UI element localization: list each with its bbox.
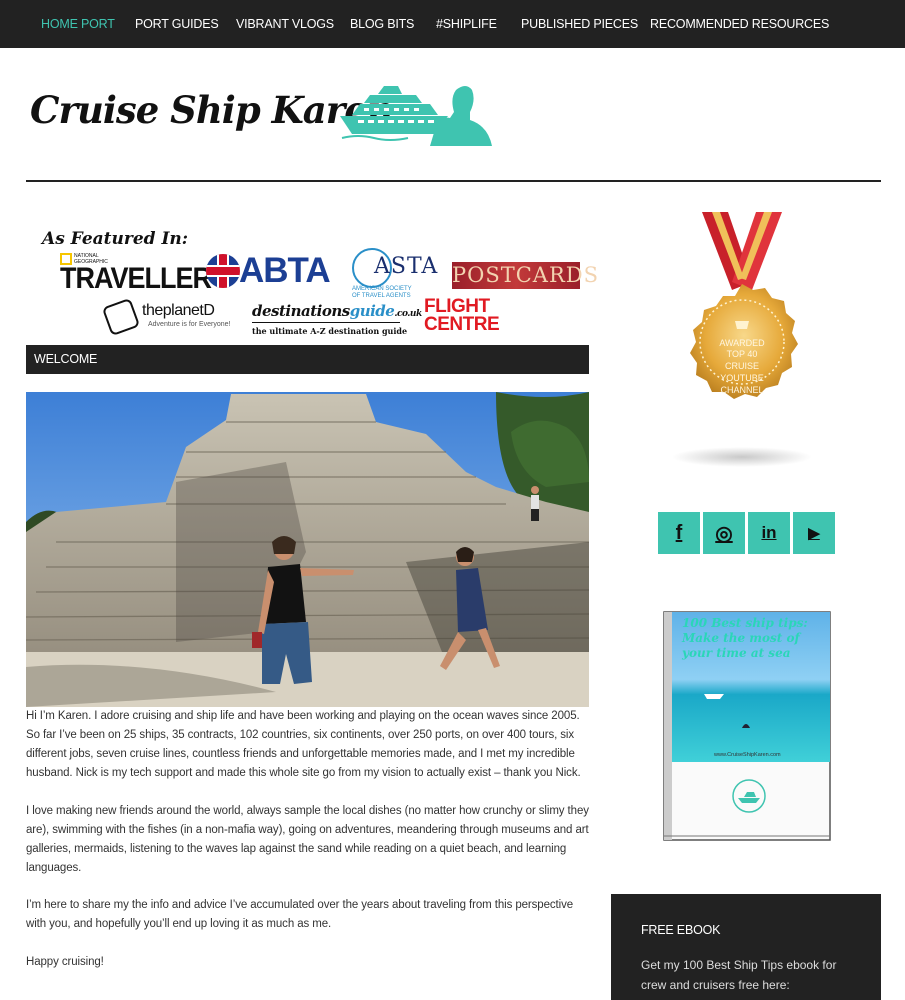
destguide-tagline: the ultimate A-Z destination guide [252,326,408,336]
welcome-intro-text: Hi I’m Karen. I adore cruising and ship … [26,707,589,990]
nav-blog-bits[interactable]: BLOG BITS [350,0,414,48]
header-divider [26,180,881,182]
free-ebook-widget: FREE EBOOK Get my 100 Best Ship Tips ebo… [611,894,881,1000]
destguide-divider [252,322,400,323]
airplane-icon [101,297,141,337]
badge-line-5: CHANNEL [720,385,763,395]
destguide-part-c: .co.uk [394,309,422,319]
instagram-icon[interactable]: ◎ [703,512,745,554]
nav-published-pieces[interactable]: PUBLISHED PIECES [521,0,638,48]
badge-line-4: YOUTUBE [720,373,764,383]
featured-in-banner: As Featured In: NATIONAL GEOGRAPHIC TRAV… [26,222,600,342]
planetd-logo: theplanetD [142,302,215,319]
intro-paragraph-3: I’m here to share my the info and advice… [26,899,574,930]
traveller-logo: TRAVELLER [60,261,212,295]
nav-recommended-resources[interactable]: RECOMMENDED RESOURCES [650,0,829,48]
asta-logo: ASTA [374,254,439,279]
facebook-glyph: f [675,521,683,544]
destguide-part-b: guide [349,302,395,320]
featured-title: As Featured In: [42,229,189,249]
instagram-glyph: ◎ [715,522,733,545]
youtube-icon[interactable]: ▶ [793,512,835,554]
destinationsguide-logo: destinationsguide.co.uk [252,302,422,320]
top-navigation: HOME PORT PORT GUIDES VIBRANT VLOGS BLOG… [0,0,905,48]
ebook-cover[interactable]: 100 Best ship tips: Make the most of you… [662,610,832,842]
union-flag-icon [206,254,240,288]
welcome-title: WELCOME [34,352,98,366]
facebook-icon[interactable]: f [658,512,700,554]
flight-centre-logo: FLIGHT CENTRE [424,296,500,335]
postcards-logo: POSTCARDS [452,262,600,289]
award-badge-medal[interactable]: AWARDED TOP 40 CRUISE YOUTUBE CHANNEL [662,212,822,472]
youtube-glyph: ▶ [808,525,820,542]
free-ebook-description: Get my 100 Best Ship Tips ebook for crew… [641,958,837,992]
destguide-part-a: destinations [252,302,350,320]
intro-paragraph-2: I love making new friends around the wor… [26,804,589,874]
ebook-cover-title: 100 Best ship tips: Make the most of you… [682,616,808,660]
planetd-tagline: Adventure is for Everyone! [148,321,231,328]
nav-shiplife[interactable]: #SHIPLIFE [436,0,497,48]
welcome-heading-bar: WELCOME [26,345,589,374]
ebook-cover-url: www.CruiseShipKaren.com [714,752,781,758]
asta-subtitle: AMERICAN SOCIETY OF TRAVEL AGENTS [352,286,412,299]
intro-paragraph-4: Happy cruising! [26,955,104,968]
badge-line-1: AWARDED [719,338,765,348]
ship-silhouette-logo[interactable] [338,82,494,148]
nav-home-port[interactable]: HOME PORT [41,0,115,48]
intro-paragraph-1: Hi I’m Karen. I adore cruising and ship … [26,710,581,779]
abta-logo: ABTA [239,251,331,290]
badge-line-3: CRUISE [725,361,759,371]
badge-line-2: TOP 40 [727,349,758,359]
mayan-pyramid-photo [26,392,589,707]
linkedin-icon[interactable]: in [748,512,790,554]
nav-port-guides[interactable]: PORT GUIDES [135,0,219,48]
linkedin-glyph: in [761,523,777,542]
social-links: f ◎ in ▶ [658,512,838,554]
free-ebook-title: FREE EBOOK [641,923,721,937]
nav-vibrant-vlogs[interactable]: VIBRANT VLOGS [236,0,334,48]
